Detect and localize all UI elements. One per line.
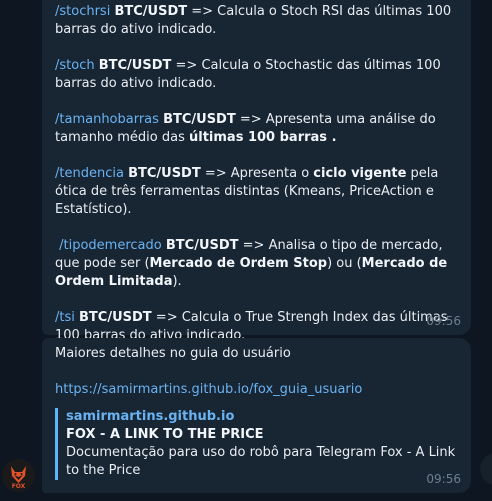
command-item-stoch: /stoch BTC/USDT => Calcula o Stochastic …: [55, 57, 457, 93]
command-item-tamanhobarras: /tamanhobarras BTC/USDT => Apresenta uma…: [55, 111, 457, 147]
pair-text: BTC/USDT: [79, 310, 152, 325]
scroll-down-button[interactable]: [480, 453, 492, 485]
pair-text: BTC/USDT: [98, 58, 172, 73]
command-description-end: ).: [172, 274, 182, 289]
pair-text: BTC/USDT: [165, 238, 239, 253]
preview-description: Documentação para uso do robô para Teleg…: [66, 445, 456, 478]
command-description-end: .: [327, 130, 337, 145]
chat-view: /stochrsi BTC/USDT => Calcula o Stoch RS…: [0, 0, 492, 501]
pair-text: BTC/USDT: [128, 166, 201, 181]
message-text: Maiores detalhes no guia do usuário: [55, 346, 291, 361]
bold-text: últimas 100 barras: [189, 130, 328, 145]
pair-text: BTC/USDT: [114, 4, 188, 19]
bot-avatar[interactable]: FOX: [2, 459, 35, 492]
command-link[interactable]: /tsi: [55, 310, 75, 325]
bold-text: Mercado de Ordem Stop: [149, 256, 328, 271]
command-description-mid: ) ou (: [327, 256, 362, 271]
message-time: 09:56: [426, 314, 461, 328]
command-item-tipodemercado: /tipodemercado BTC/USDT => Analisa o tip…: [55, 237, 457, 291]
command-link[interactable]: /stochrsi: [55, 4, 110, 19]
bold-text: ciclo vigente: [313, 166, 407, 181]
preview-title: FOX - A LINK TO THE PRICE: [66, 427, 264, 442]
message-bubble-guide[interactable]: Maiores detalhes no guia do usuário http…: [42, 338, 471, 493]
message-time: 09:56: [426, 472, 461, 486]
command-description: => Apresenta o: [200, 166, 314, 181]
command-item-tendencia: /tendencia BTC/USDT => Apresenta o ciclo…: [55, 165, 457, 219]
avatar-label: FOX: [11, 483, 26, 490]
message-bubble-commands[interactable]: /stochrsi BTC/USDT => Calcula o Stoch RS…: [42, 0, 471, 343]
command-link[interactable]: /tipodemercado: [59, 238, 162, 253]
command-link[interactable]: /tendencia: [55, 166, 124, 181]
preview-site-name: samirmartins.github.io: [66, 409, 235, 424]
command-item-stochrsi: /stochrsi BTC/USDT => Calcula o Stoch RS…: [55, 3, 457, 39]
link-preview[interactable]: samirmartins.github.io FOX - A LINK TO T…: [55, 408, 457, 480]
pair-text: BTC/USDT: [163, 112, 236, 127]
guide-url-link[interactable]: https://samirmartins.github.io/fox_guia_…: [55, 382, 362, 397]
command-link[interactable]: /stoch: [55, 58, 95, 73]
command-link[interactable]: /tamanhobarras: [55, 112, 159, 127]
